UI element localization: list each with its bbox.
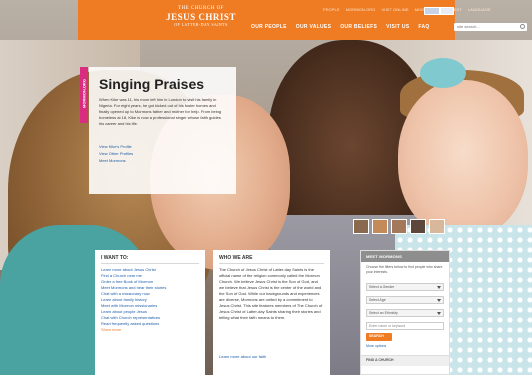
- logo-line-3: OF LATTER-DAY SAINTS: [174, 22, 228, 27]
- widget-description: Choose the filters below to find people …: [366, 265, 443, 274]
- feature-link-other-profiles[interactable]: View Other Profiles: [99, 150, 133, 157]
- find-church-label: FIND A CHURCH: [366, 358, 394, 362]
- search-placeholder: site search...: [457, 24, 480, 29]
- site-header: THE CHURCH OF JESUS CHRIST OF LATTER-DAY…: [78, 0, 527, 40]
- search-input[interactable]: site search...: [454, 23, 527, 31]
- church-logo[interactable]: THE CHURCH OF JESUS CHRIST OF LATTER-DAY…: [166, 6, 236, 28]
- find-church-bar[interactable]: FIND A CHURCH: [361, 355, 449, 366]
- nav-visit-us[interactable]: VISIT US: [386, 24, 409, 30]
- feature-title: Singing Praises: [99, 76, 205, 92]
- keyword-input[interactable]: Enter name or keyword: [366, 322, 444, 330]
- feature-link-view-profile[interactable]: View Kike's Profile: [99, 143, 133, 150]
- nav-our-people[interactable]: OUR PEOPLE: [251, 24, 287, 30]
- search-button-label: SEARCH: [369, 334, 384, 338]
- language-icon[interactable]: [440, 7, 454, 15]
- feature-side-tab[interactable]: MORMON.ORG: [80, 67, 88, 123]
- flag-icon[interactable]: [424, 7, 440, 15]
- utility-links: PEOPLE MORMON.ORG VISIT ONLINE MISSIONAR…: [323, 7, 491, 13]
- i-want-to-heading: I WANT TO:: [101, 255, 129, 261]
- utility-link-mormon-org[interactable]: MORMON.ORG: [346, 7, 376, 13]
- feature-card: Singing Praises When Kike was 11, his mo…: [89, 67, 236, 194]
- learn-more-link[interactable]: Learn more about our faith: [219, 354, 266, 359]
- profile-thumbnails: [353, 219, 445, 234]
- feature-link-meet-mormons[interactable]: Meet Mormons: [99, 157, 133, 164]
- logo-line-2: JESUS CHRIST: [166, 12, 236, 22]
- more-options-link[interactable]: More options: [366, 344, 386, 348]
- profile-thumbnail[interactable]: [353, 219, 369, 234]
- main-nav: OUR PEOPLE OUR VALUES OUR BELIEFS VISIT …: [251, 24, 430, 30]
- photo-baby-bow: [420, 58, 466, 88]
- search-icon[interactable]: [520, 24, 525, 29]
- widget-title: MEET MORMONS: [366, 254, 402, 259]
- age-select[interactable]: Select Age: [366, 296, 444, 304]
- show-more-link[interactable]: Show more: [101, 327, 166, 333]
- nav-our-beliefs[interactable]: OUR BELIEFS: [340, 24, 377, 30]
- ethnicity-select-value: Select an Ethnicity: [369, 311, 398, 315]
- divider: [101, 263, 199, 264]
- who-we-are-body: The Church of Jesus Christ of Latter-day…: [219, 267, 323, 320]
- utility-link-language[interactable]: LANGUAGE: [468, 7, 491, 13]
- nav-faq[interactable]: FAQ: [418, 24, 429, 30]
- photo-baby-head: [398, 80, 528, 238]
- profile-thumbnail[interactable]: [391, 219, 407, 234]
- feature-side-tab-label: MORMON.ORG: [81, 79, 87, 108]
- who-we-are-heading: WHO WE ARE: [219, 255, 253, 261]
- ethnicity-select[interactable]: Select an Ethnicity: [366, 309, 444, 317]
- nav-our-values[interactable]: OUR VALUES: [296, 24, 331, 30]
- utility-link-visit-online[interactable]: VISIT ONLINE: [382, 7, 409, 13]
- widget-header: MEET MORMONS: [361, 251, 449, 262]
- utility-link-people[interactable]: PEOPLE: [323, 7, 340, 13]
- gender-select-value: Select a Gender: [369, 285, 395, 289]
- gender-select[interactable]: Select a Gender: [366, 283, 444, 291]
- chevron-down-icon: [437, 286, 441, 289]
- age-select-value: Select Age: [369, 298, 386, 302]
- profile-thumbnail[interactable]: [372, 219, 388, 234]
- profile-thumbnail[interactable]: [410, 219, 426, 234]
- feature-links: View Kike's Profile View Other Profiles …: [99, 143, 133, 164]
- profile-thumbnail[interactable]: [429, 219, 445, 234]
- chevron-down-icon: [437, 299, 441, 302]
- meet-mormons-widget: MEET MORMONS Choose the filters below to…: [360, 250, 450, 375]
- who-we-are-panel: WHO WE ARE The Church of Jesus Christ of…: [213, 250, 330, 375]
- keyword-placeholder: Enter name or keyword: [369, 324, 406, 328]
- i-want-to-panel: I WANT TO: Learn more about Jesus Christ…: [95, 250, 205, 375]
- divider: [219, 263, 324, 264]
- feature-body: When Kike was 11, his mom left him in Lo…: [99, 97, 222, 126]
- i-want-to-list: Learn more about Jesus Christ Find a Chu…: [101, 267, 166, 333]
- chevron-down-icon: [437, 312, 441, 315]
- page: THE CHURCH OF JESUS CHRIST OF LATTER-DAY…: [0, 0, 532, 375]
- search-button[interactable]: SEARCH: [366, 333, 392, 341]
